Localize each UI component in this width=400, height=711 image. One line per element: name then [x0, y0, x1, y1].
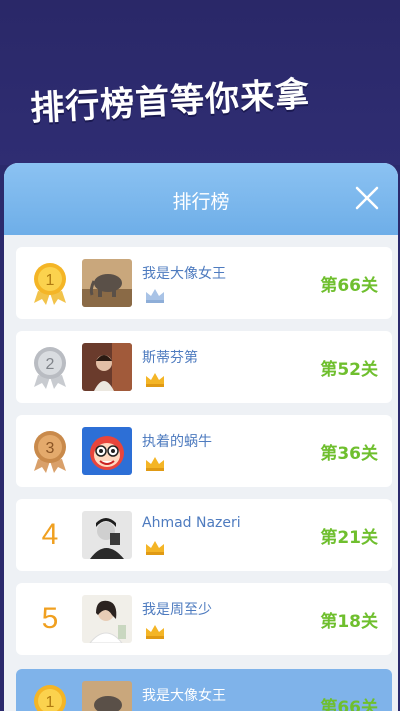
- silver-medal-icon: 2: [28, 345, 72, 389]
- list-item-rank-1[interactable]: 1 我是大像女王 第66关: [16, 247, 392, 319]
- player-name: 我是周至少: [142, 602, 212, 618]
- rank-number: 4: [28, 513, 72, 557]
- avatar: [82, 259, 132, 307]
- gold-medal-icon: 1: [28, 683, 72, 711]
- gold-crown-icon: [146, 373, 164, 387]
- level-value: 第66关: [320, 698, 378, 711]
- level-value: 第52关: [320, 360, 378, 380]
- medal-number: 3: [46, 440, 55, 457]
- gold-crown-icon: [146, 541, 164, 555]
- medal-number: 1: [46, 694, 55, 711]
- silver-crown-icon: [146, 289, 164, 303]
- player-name: Ahmad Nazeri: [142, 515, 241, 531]
- panel-title: 排行榜: [172, 191, 230, 213]
- rank-number-text: 5: [41, 602, 59, 635]
- leaderboard-panel: 排行榜 1 我是大像女王 第66关 2 斯蒂芬第 第52关 3 执着的蜗牛 第3…: [4, 163, 398, 711]
- list-item-self[interactable]: 1 我是大像女王 第66关: [16, 669, 392, 711]
- gold-crown-icon: [146, 625, 164, 639]
- player-name: 斯蒂芬第: [142, 350, 198, 366]
- bronze-medal-icon: 3: [28, 429, 72, 473]
- player-name: 执着的蜗牛: [142, 434, 212, 450]
- avatar: [82, 427, 132, 475]
- rank-number-text: 4: [41, 518, 59, 551]
- list-item-rank-2[interactable]: 2 斯蒂芬第 第52关: [16, 331, 392, 403]
- medal-number: 2: [46, 356, 55, 373]
- player-name: 我是大像女王: [142, 266, 226, 282]
- level-value: 第36关: [320, 444, 378, 464]
- gold-crown-icon: [146, 457, 164, 471]
- player-name: 我是大像女王: [142, 688, 226, 704]
- level-value: 第66关: [320, 276, 378, 296]
- level-value: 第18关: [320, 612, 378, 632]
- banner: 排行榜首等你来拿: [0, 0, 400, 165]
- list-item-rank-4[interactable]: 4 Ahmad Nazeri 第21关: [16, 499, 392, 571]
- avatar: [82, 681, 132, 711]
- rank-number: 5: [28, 597, 72, 641]
- close-icon[interactable]: [354, 185, 380, 211]
- panel-header: 排行榜: [4, 163, 398, 235]
- level-value: 第21关: [320, 528, 378, 548]
- gold-medal-icon: 1: [28, 261, 72, 305]
- avatar: [82, 511, 132, 559]
- list-item-rank-3[interactable]: 3 执着的蜗牛 第36关: [16, 415, 392, 487]
- banner-title: 排行榜首等你来拿: [29, 74, 312, 130]
- avatar: [82, 343, 132, 391]
- list-item-rank-5[interactable]: 5 我是周至少 第18关: [16, 583, 392, 655]
- avatar: [82, 595, 132, 643]
- medal-number: 1: [46, 272, 55, 289]
